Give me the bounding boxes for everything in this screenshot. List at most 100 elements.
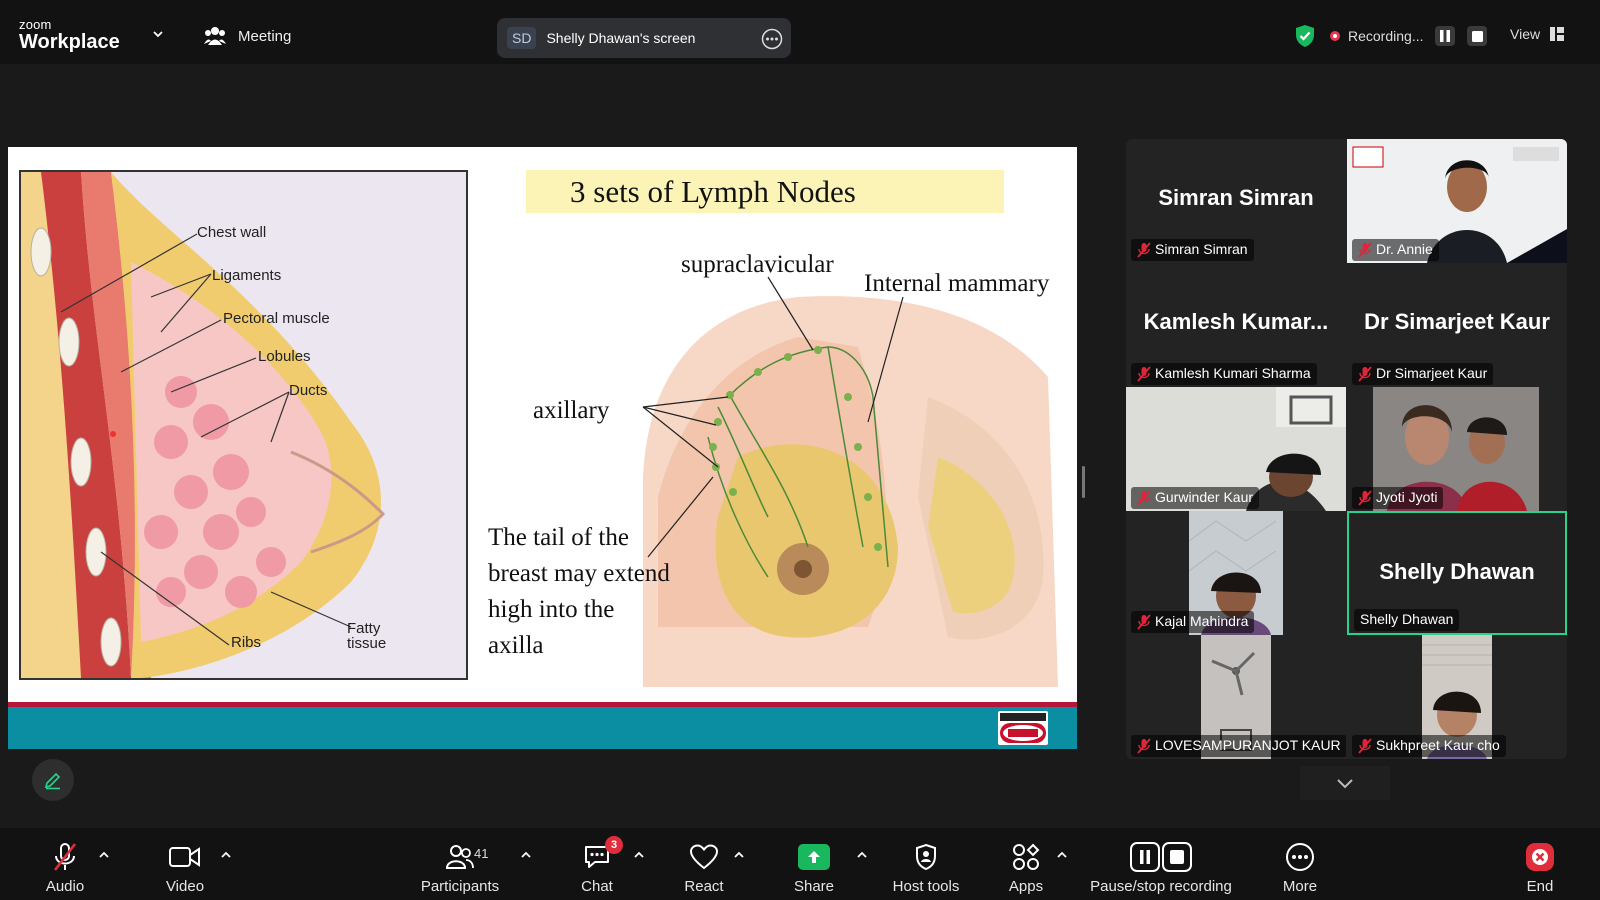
participant-name-tag: LOVESAMPURANJOT KAUR: [1131, 735, 1346, 757]
apps-options-caret-icon[interactable]: [1056, 850, 1068, 860]
participant-name-tag: Shelly Dhawan: [1354, 609, 1460, 631]
participant-name: LOVESAMPURANJOT KAUR: [1155, 737, 1341, 753]
label-axillary: axillary: [533, 397, 610, 424]
host-tools-label: Host tools: [892, 878, 960, 895]
label-pectoral-muscle: Pectoral muscle: [223, 310, 330, 327]
label-chest-wall: Chest wall: [197, 224, 267, 241]
participant-name-tag: Dr Simarjeet Kaur: [1352, 363, 1494, 385]
microphone-muted-icon: [53, 843, 77, 871]
annotate-button[interactable]: [32, 759, 74, 801]
tail-line-4: axilla: [488, 632, 544, 659]
recording-indicator: Recording...: [1330, 26, 1488, 46]
slide-title-box: 3 sets of Lymph Nodes: [526, 170, 1004, 213]
apps-button[interactable]: Apps: [1004, 828, 1048, 900]
chat-button[interactable]: 3 Chat: [574, 828, 623, 900]
participant-name: Kamlesh Kumari Sharma: [1155, 365, 1311, 381]
participants-options-caret-icon[interactable]: [520, 850, 532, 860]
mic-muted-icon: [1137, 738, 1151, 754]
label-ribs: Ribs: [231, 634, 262, 651]
screen-share-pill[interactable]: SD Shelly Dhawan's screen: [497, 18, 791, 58]
participant-tile[interactable]: Kajal Mahindra: [1126, 511, 1346, 635]
pause-stop-recording-button[interactable]: Pause/stop recording: [1086, 828, 1236, 900]
end-meeting-button[interactable]: End: [1520, 828, 1560, 900]
react-options-caret-icon[interactable]: [733, 850, 745, 860]
end-label: End: [1526, 878, 1554, 895]
slide-title: 3 sets of Lymph Nodes: [570, 174, 856, 209]
view-label: View: [1510, 26, 1541, 42]
participant-tile[interactable]: Gurwinder Kaur: [1126, 387, 1346, 511]
participant-name: Shelly Dhawan: [1360, 611, 1454, 627]
resize-handle[interactable]: [1082, 466, 1085, 498]
participant-tile[interactable]: Jyoti Jyoti: [1347, 387, 1567, 511]
top-bar: zoom Workplace Meeting SD Shelly Dhawan'…: [0, 0, 1600, 64]
meeting-info-button[interactable]: Meeting: [204, 26, 291, 46]
video-button[interactable]: Video: [154, 828, 216, 900]
pause-icon: [1440, 30, 1451, 42]
participant-name-tag: Kajal Mahindra: [1131, 611, 1255, 633]
audio-button[interactable]: Audio: [34, 828, 96, 900]
host-tools-button[interactable]: Host tools: [888, 828, 964, 900]
heart-icon: [689, 844, 719, 870]
participant-tile[interactable]: Sukhpreet Kaur cho: [1347, 635, 1567, 759]
label-internal-mammary: Internal mammary: [864, 270, 1050, 297]
security-shield-icon[interactable]: [1294, 24, 1316, 48]
zoom-workplace-logo[interactable]: zoom Workplace: [19, 18, 120, 52]
participant-tile[interactable]: Dr. Annie: [1347, 139, 1567, 263]
echo-logo-mark: [1000, 713, 1046, 743]
mic-muted-icon: [1137, 242, 1151, 258]
participants-icon: [446, 845, 474, 869]
participant-gallery: Simran Simran Simran Simran Dr. Annie Ka…: [1126, 139, 1567, 759]
brand-large: Workplace: [19, 31, 120, 53]
participant-name: Gurwinder Kaur: [1155, 489, 1254, 505]
participant-name-tag: Jyoti Jyoti: [1352, 487, 1444, 509]
participants-button[interactable]: 41 Participants: [414, 828, 506, 900]
more-button[interactable]: More: [1278, 828, 1322, 900]
echo-logo: [998, 711, 1048, 745]
meeting-label: Meeting: [238, 27, 292, 45]
pause-stop-label: Pause/stop recording: [1090, 878, 1232, 895]
participant-tile[interactable]: Simran Simran Simran Simran: [1126, 139, 1346, 263]
view-button[interactable]: View: [1510, 26, 1565, 42]
recording-label: Recording...: [1348, 28, 1424, 44]
participant-big-name: Shelly Dhawan: [1379, 559, 1535, 584]
chat-options-caret-icon[interactable]: [633, 850, 645, 860]
participant-name: Kajal Mahindra: [1155, 613, 1249, 629]
slide-footer-band: [8, 707, 1077, 749]
recording-dot-icon: [1330, 31, 1340, 41]
video-options-caret-icon[interactable]: [220, 850, 232, 860]
shield-icon: [916, 843, 936, 871]
participant-big-name: Dr Simarjeet Kaur: [1364, 309, 1550, 334]
chevron-down-icon[interactable]: [152, 28, 164, 40]
apps-label: Apps: [1008, 878, 1044, 895]
chevron-down-icon: [1337, 779, 1353, 789]
audio-label: Audio: [45, 878, 85, 895]
gallery-scroll-down-button[interactable]: [1300, 766, 1390, 800]
more-options-icon[interactable]: [761, 28, 783, 50]
participant-tile[interactable]: Kamlesh Kumar... Kamlesh Kumari Sharma: [1126, 263, 1346, 387]
video-camera-icon: [169, 847, 200, 867]
mic-muted-icon: [1137, 614, 1151, 630]
participant-big-name: Kamlesh Kumar...: [1143, 309, 1329, 334]
react-button[interactable]: React: [680, 828, 728, 900]
participant-tile[interactable]: Dr Simarjeet Kaur Dr Simarjeet Kaur: [1347, 263, 1567, 387]
more-icon: [1286, 843, 1314, 871]
share-options-caret-icon[interactable]: [856, 850, 868, 860]
tail-line-2: breast may extend: [488, 560, 670, 587]
participant-tile[interactable]: LOVESAMPURANJOT KAUR: [1126, 635, 1346, 759]
shared-slide[interactable]: Chest wall Ligaments Pectoral muscle Lob…: [8, 147, 1077, 749]
pause-recording-button[interactable]: [1435, 26, 1456, 46]
share-button[interactable]: Share: [788, 828, 840, 900]
chat-label: Chat: [581, 878, 613, 895]
stop-recording-button[interactable]: [1467, 26, 1488, 46]
audio-options-caret-icon[interactable]: [98, 850, 110, 860]
brand-small: zoom: [19, 17, 52, 32]
chat-unread-badge: 3: [605, 836, 623, 854]
mic-muted-icon: [1137, 490, 1151, 506]
participant-name: Sukhpreet Kaur cho: [1376, 737, 1500, 753]
participant-tile-active-speaker[interactable]: Shelly Dhawan Shelly Dhawan: [1347, 511, 1567, 635]
mic-muted-icon: [1358, 490, 1372, 506]
participant-name-tag: Dr. Annie: [1352, 239, 1439, 261]
label-ligaments: Ligaments: [212, 267, 282, 284]
tail-line-3: high into the: [488, 596, 615, 623]
label-supraclavicular: supraclavicular: [681, 251, 834, 278]
